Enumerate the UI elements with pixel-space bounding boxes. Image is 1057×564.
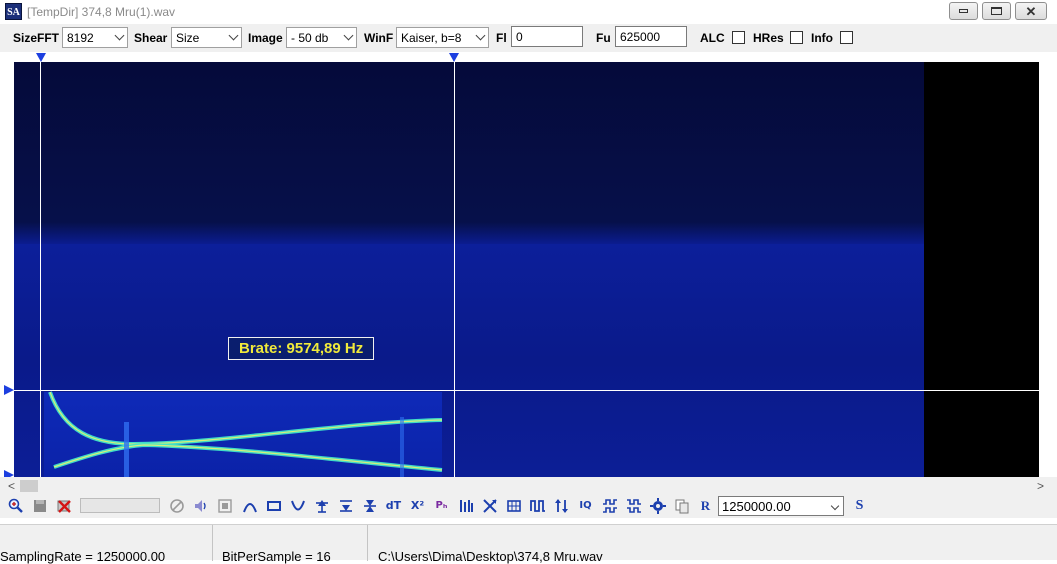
phase-icon[interactable]: Pₕ (432, 496, 451, 515)
winf-label: WinF (364, 31, 394, 45)
zoom-in-icon[interactable] (6, 496, 25, 515)
rectangle-icon[interactable] (264, 496, 283, 515)
s-button[interactable]: S (850, 496, 869, 515)
window-title: [TempDir] 374,8 Mru(1).wav (27, 5, 176, 19)
shear-value: Size (176, 31, 200, 45)
chevron-down-icon (475, 30, 486, 41)
shear-label: Shear (134, 31, 168, 45)
chevron-down-icon (830, 501, 840, 511)
sizefft-value: 8192 (67, 31, 94, 45)
grid-icon[interactable] (504, 496, 523, 515)
dt-icon[interactable]: dT (384, 496, 403, 515)
hres-label: HRes (753, 31, 784, 45)
copy-icon[interactable] (672, 496, 691, 515)
scroll-thumb[interactable] (20, 480, 38, 492)
pulse-icon[interactable] (528, 496, 547, 515)
stop-icon[interactable] (215, 496, 234, 515)
fl-label: Fl (496, 31, 507, 45)
spectrogram-area: Brate: 9574,89 Hz (0, 52, 1057, 480)
valley-icon[interactable] (288, 496, 307, 515)
status-bits-per-sample: BitPerSample = 16 (222, 525, 368, 563)
swap-icon[interactable] (552, 496, 571, 515)
image-label: Image (248, 31, 283, 45)
winf-select[interactable]: Kaiser, b=8 (396, 27, 489, 48)
arc-icon[interactable] (240, 496, 259, 515)
marker-both-icon[interactable] (360, 496, 379, 515)
spectrogram-image (14, 62, 1039, 477)
pattern-b-icon[interactable] (624, 496, 643, 515)
info-label: Info (811, 31, 833, 45)
maximize-button[interactable] (982, 2, 1011, 20)
chevron-down-icon (228, 30, 239, 41)
scroll-right-icon[interactable]: > (1037, 479, 1044, 493)
fu-input[interactable]: 625000 (615, 26, 687, 47)
cancel-icon[interactable] (167, 496, 186, 515)
sizefft-select[interactable]: 8192 (62, 27, 128, 48)
delete-icon[interactable] (54, 496, 73, 515)
alc-checkbox[interactable] (732, 31, 745, 44)
maximize-icon (991, 7, 1002, 15)
save-icon[interactable] (30, 496, 49, 515)
progress-bar (80, 498, 160, 513)
app-icon: SA (5, 3, 22, 20)
image-value: - 50 db (291, 31, 329, 45)
cross-icon[interactable] (480, 496, 499, 515)
scroll-left-icon[interactable]: < (8, 479, 15, 493)
chevron-down-icon (343, 30, 354, 41)
r-button[interactable]: R (696, 496, 715, 515)
bars-icon[interactable] (456, 496, 475, 515)
x-squared-icon[interactable]: X² (408, 496, 427, 515)
status-sampling-rate: SamplingRate = 1250000.00 (0, 525, 213, 563)
pattern-a-icon[interactable] (600, 496, 619, 515)
rate-value: 1250000.00 (722, 499, 791, 514)
status-file-path: C:\Users\Dima\Desktop\374,8 Mru.wav (378, 549, 603, 564)
minimize-icon (959, 9, 968, 13)
alc-label: ALC (700, 31, 725, 45)
gear-icon[interactable] (648, 496, 667, 515)
minimize-button[interactable] (949, 2, 978, 20)
chevron-down-icon (114, 30, 125, 41)
fl-input[interactable]: 0 (511, 26, 583, 47)
shear-select[interactable]: Size (171, 27, 242, 48)
close-button[interactable]: ✕ (1015, 2, 1047, 20)
status-bar: SamplingRate = 1250000.00 BitPerSample =… (0, 524, 1057, 564)
close-icon: ✕ (1025, 3, 1037, 19)
info-checkbox[interactable] (840, 31, 853, 44)
right-cursor-marker[interactable] (449, 53, 459, 62)
fu-label: Fu (596, 31, 611, 45)
iq-icon[interactable]: IQ (576, 496, 595, 515)
rate-select[interactable]: 1250000.00 (718, 496, 844, 516)
horizontal-cursor-marker[interactable] (4, 385, 14, 395)
image-select[interactable]: - 50 db (286, 27, 357, 48)
horizontal-scrollbar[interactable]: < > (0, 477, 1057, 494)
brate-label: Brate: 9574,89 Hz (228, 337, 375, 360)
title-bar: SA [TempDir] 374,8 Mru(1).wav ✕ (0, 0, 1057, 24)
sizefft-label: SizeFFT (13, 31, 60, 45)
spectrogram-canvas[interactable]: Brate: 9574,89 Hz (14, 62, 1039, 477)
marker-up-icon[interactable] (312, 496, 331, 515)
winf-value: Kaiser, b=8 (401, 31, 462, 45)
hres-checkbox[interactable] (790, 31, 803, 44)
bottom-toolbar: dT X² Pₕ IQ R 1250000.00 S (0, 494, 1057, 518)
left-cursor-marker[interactable] (36, 53, 46, 62)
control-bar: SizeFFT 8192 Shear Size Image - 50 db Wi… (0, 24, 1057, 52)
marker-down-icon[interactable] (336, 496, 355, 515)
sound-icon[interactable] (191, 496, 210, 515)
